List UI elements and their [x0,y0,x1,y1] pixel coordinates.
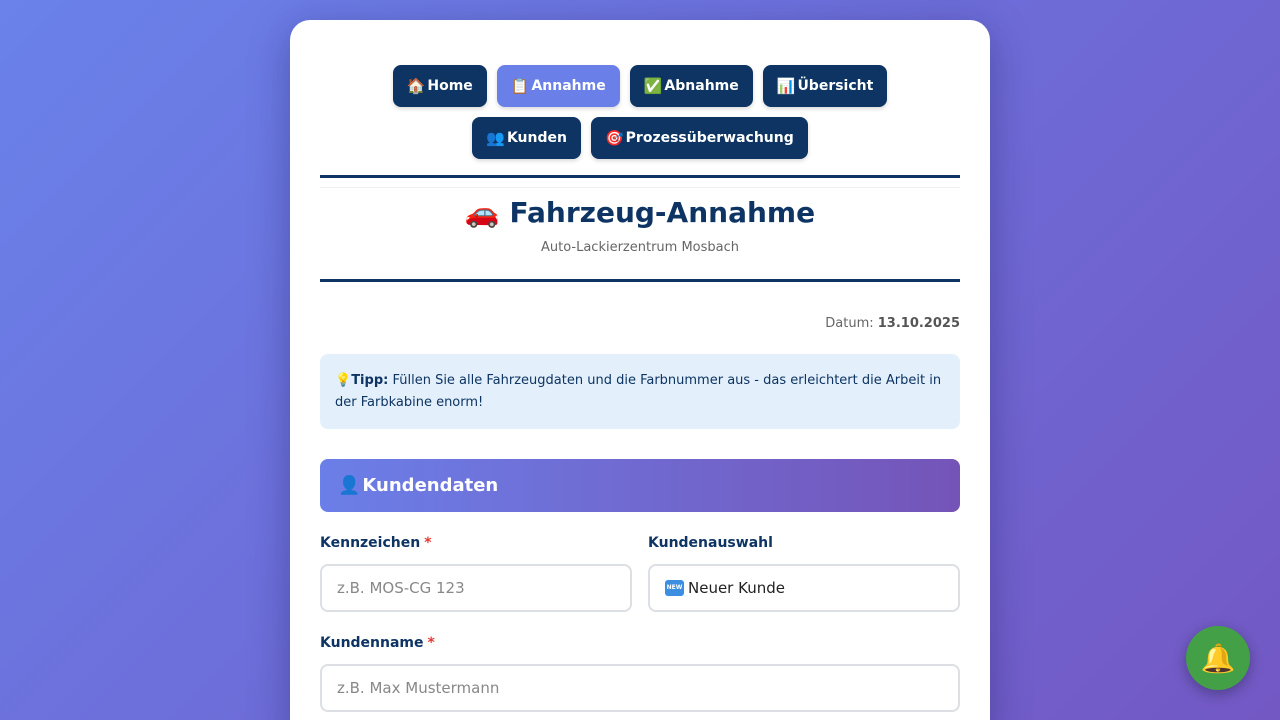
kundenauswahl-value: Neuer Kunde [688,579,785,597]
date-value: 13.10.2025 [877,316,960,331]
kundenauswahl-label-text: Kundenauswahl [648,535,773,551]
bell-icon: 🔔 [1200,641,1236,675]
nav-home-label: Home [427,78,473,94]
required-marker: * [427,635,435,651]
kundenname-input[interactable] [320,664,960,712]
target-icon: 🎯 [604,129,624,147]
nav-kunden-button[interactable]: 👥 Kunden [472,117,581,159]
car-icon: 🚗 [464,196,500,229]
page-title: 🚗 Fahrzeug-Annahme [290,196,990,229]
header-divider-faint [320,187,960,188]
nav-prozess-button[interactable]: 🎯 Prozessüberwachung [590,117,808,159]
kundenname-label-text: Kundenname [320,635,424,651]
nav-annahme-button[interactable]: 📋 Annahme [496,65,620,107]
section-title: Kundendaten [362,475,499,496]
nav-annahme-label: Annahme [531,78,606,94]
kennzeichen-label-text: Kennzeichen [320,535,421,551]
user-icon: 👤 [338,475,361,496]
nav-prozess-label: Prozessüberwachung [625,130,794,146]
main-card: 🏠 Home 📋 Annahme ✅ Abnahme 📊 Übersicht 👥… [290,20,990,720]
kennzeichen-input[interactable] [320,564,632,612]
kundenname-label: Kundenname * [320,635,435,651]
checkmark-icon: ✅ [643,77,663,95]
required-marker: * [424,535,432,551]
main-nav: 🏠 Home 📋 Annahme ✅ Abnahme 📊 Übersicht 👥… [290,65,990,169]
new-icon: NEW [665,580,684,596]
users-icon: 👥 [486,129,505,147]
nav-row-2: 👥 Kunden 🎯 Prozessüberwachung [290,117,990,159]
nav-uebersicht-label: Übersicht [797,78,874,94]
bar-chart-icon: 📊 [776,77,796,95]
nav-kunden-label: Kunden [506,130,567,146]
tip-box: 💡Tipp: Füllen Sie alle Fahrzeugdaten und… [320,354,960,429]
notification-button[interactable]: 🔔 [1186,626,1250,690]
section-kundendaten-header: 👤 Kundendaten [320,459,960,512]
header-divider-top [320,175,960,178]
date-label: Datum: [825,316,874,331]
page-title-text: Fahrzeug-Annahme [509,196,816,229]
lightbulb-icon: 💡 [335,373,352,388]
kundenauswahl-select[interactable]: NEW Neuer Kunde [648,564,960,612]
nav-uebersicht-button[interactable]: 📊 Übersicht [762,65,888,107]
nav-row-1: 🏠 Home 📋 Annahme ✅ Abnahme 📊 Übersicht [290,65,990,107]
kennzeichen-label: Kennzeichen * [320,535,432,551]
kundenauswahl-label: Kundenauswahl [648,535,773,551]
nav-home-button[interactable]: 🏠 Home [392,65,487,107]
header-divider-bottom [320,279,960,282]
nav-abnahme-button[interactable]: ✅ Abnahme [629,65,753,107]
tip-label: Tipp: [351,373,389,388]
tip-text: Füllen Sie alle Fahrzeugdaten und die Fa… [335,373,942,410]
nav-abnahme-label: Abnahme [664,78,739,94]
home-icon: 🏠 [406,77,426,95]
date-display: Datum: 13.10.2025 [825,316,960,331]
clipboard-icon: 📋 [510,77,530,95]
page-subtitle: Auto-Lackierzentrum Mosbach [540,240,740,255]
